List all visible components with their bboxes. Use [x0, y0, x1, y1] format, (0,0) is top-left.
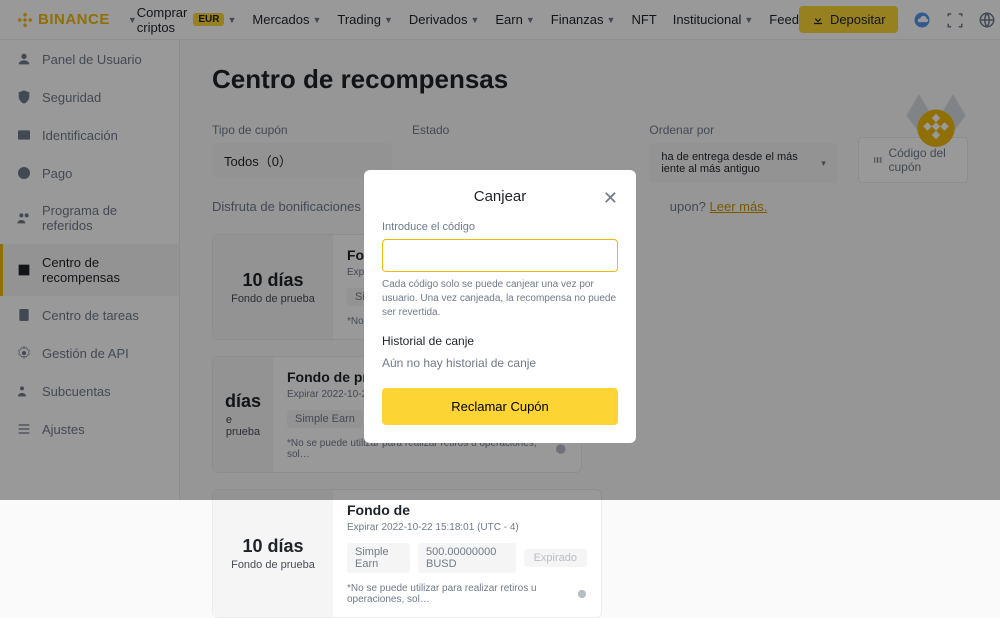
expired-badge: Expirado — [524, 549, 587, 567]
card-note: *No se puede utilizar para realizar reti… — [347, 583, 587, 605]
card-tag: 500.00000000 BUSD — [418, 543, 516, 573]
code-input[interactable] — [382, 239, 618, 272]
card-expire: Expirar 2022-10-22 15:18:01 (UTC - 4) — [347, 522, 587, 533]
card-fund-label: Fondo de prueba — [231, 559, 315, 571]
claim-coupon-button[interactable]: Reclamar Cupón — [382, 388, 618, 425]
modal-hint: Cada código solo se puede canjear una ve… — [382, 278, 618, 320]
card-days: 10 días — [242, 536, 303, 557]
card-title: Fondo de — [347, 502, 587, 518]
modal-title: Canjear — [474, 188, 527, 205]
modal-input-label: Introduce el código — [382, 221, 618, 233]
history-empty: Aún no hay historial de canje — [382, 356, 618, 370]
close-icon[interactable]: ✕ — [603, 188, 618, 209]
info-icon[interactable] — [577, 588, 587, 600]
redeem-modal: Canjear ✕ Introduce el código Cada códig… — [364, 170, 636, 443]
card-tag: Simple Earn — [347, 543, 410, 573]
history-section-label: Historial de canje — [382, 334, 618, 348]
reward-card: 10 días Fondo de prueba Fondo de Expirar… — [212, 489, 602, 618]
